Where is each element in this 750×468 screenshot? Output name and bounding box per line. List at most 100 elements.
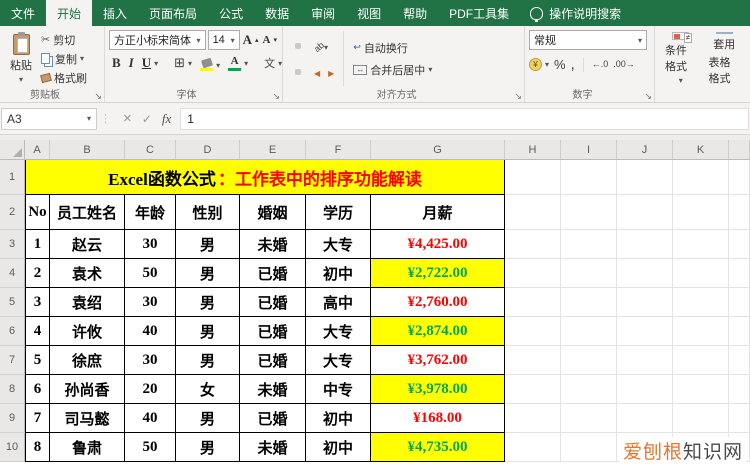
font-dialog-launcher[interactable]: ↘ [272, 91, 280, 102]
cell[interactable]: 8 [25, 433, 50, 462]
col-header-f[interactable]: F [306, 140, 371, 159]
header-cell[interactable]: 婚姻 [240, 195, 306, 230]
cell[interactable] [505, 230, 561, 259]
salary-cell[interactable]: ¥2,760.00 [371, 288, 505, 317]
cell[interactable]: 已婚 [240, 288, 306, 317]
salary-cell[interactable]: ¥3,762.00 [371, 346, 505, 375]
cell[interactable]: 3 [25, 288, 50, 317]
header-cell[interactable]: 月薪 [371, 195, 505, 230]
tab-file[interactable]: 文件 [0, 0, 46, 26]
orientation-button[interactable]: ab▾ [311, 36, 331, 56]
format-as-table-button[interactable]: 套用 表格格式 [703, 30, 747, 87]
tab-home[interactable]: 开始 [46, 0, 93, 26]
cell[interactable] [729, 195, 750, 230]
accounting-format-button[interactable]: ¥ ▾ [529, 58, 549, 71]
header-cell[interactable]: 性别 [176, 195, 240, 230]
tab-view[interactable]: 视图 [346, 0, 392, 26]
comma-style-button[interactable]: , [571, 56, 575, 73]
cell[interactable] [505, 404, 561, 433]
cell[interactable] [729, 404, 750, 433]
underline-button[interactable]: U ▾ [139, 54, 161, 72]
increase-font-size-button[interactable]: A ▴ [242, 32, 260, 48]
decrease-font-size-button[interactable]: A ▾ [262, 34, 278, 46]
cell[interactable] [673, 346, 729, 375]
phonetic-guide-button[interactable]: 文 ▾ [261, 54, 285, 72]
cell[interactable] [617, 195, 673, 230]
cell[interactable] [561, 195, 617, 230]
tab-insert[interactable]: 插入 [92, 0, 138, 26]
cell[interactable] [505, 346, 561, 375]
cell[interactable] [617, 230, 673, 259]
cell[interactable] [729, 259, 750, 288]
cell[interactable]: 5 [25, 346, 50, 375]
row-header-4[interactable]: 4 [0, 259, 25, 288]
col-header-partial[interactable] [729, 140, 750, 159]
align-left-button[interactable] [287, 69, 293, 75]
increase-decimal-button[interactable]: ←.0 [592, 60, 609, 69]
col-header-j[interactable]: J [617, 140, 673, 159]
title-cell[interactable]: Excel函数公式 ：工作表中的排序功能解读 [25, 160, 505, 195]
cell[interactable]: 袁术 [50, 259, 125, 288]
cell[interactable]: 4 [25, 317, 50, 346]
cell[interactable]: 已婚 [240, 404, 306, 433]
cell[interactable]: 男 [176, 433, 240, 462]
header-cell[interactable]: 年龄 [125, 195, 176, 230]
cell[interactable] [617, 346, 673, 375]
cell[interactable] [561, 404, 617, 433]
cell[interactable]: 未婚 [240, 230, 306, 259]
col-header-g[interactable]: G [371, 140, 505, 159]
salary-cell[interactable]: ¥3,978.00 [371, 375, 505, 404]
row-header-7[interactable]: 7 [0, 346, 25, 375]
row-header-5[interactable]: 5 [0, 288, 25, 317]
col-header-b[interactable]: B [50, 140, 125, 159]
decrease-decimal-button[interactable]: .00→ [613, 60, 635, 69]
cell[interactable] [561, 317, 617, 346]
header-cell[interactable]: 员工姓名 [50, 195, 125, 230]
tab-data[interactable]: 数据 [254, 0, 300, 26]
align-middle-button[interactable] [295, 42, 301, 49]
cell[interactable]: 2 [25, 259, 50, 288]
salary-cell[interactable]: ¥4,735.00 [371, 433, 505, 462]
tab-formulas[interactable]: 公式 [208, 0, 254, 26]
header-cell[interactable]: No [25, 195, 50, 230]
cell[interactable]: 30 [125, 288, 176, 317]
font-name-select[interactable]: 方正小标宋简体 ▾ [109, 30, 206, 50]
cell[interactable] [561, 160, 617, 195]
cell[interactable] [561, 433, 617, 462]
cell[interactable] [729, 230, 750, 259]
tab-page-layout[interactable]: 页面布局 [138, 0, 208, 26]
paste-button[interactable]: 粘贴 ▾ [4, 30, 38, 87]
cell[interactable] [505, 317, 561, 346]
align-top-button[interactable] [287, 43, 293, 49]
cell[interactable] [505, 288, 561, 317]
cell[interactable] [673, 404, 729, 433]
cell[interactable]: 未婚 [240, 375, 306, 404]
alignment-dialog-launcher[interactable]: ↘ [514, 91, 522, 102]
copy-button[interactable]: 复制 ▾ [38, 50, 90, 68]
number-dialog-launcher[interactable]: ↘ [644, 91, 652, 102]
bold-button[interactable]: B [109, 54, 124, 72]
clipboard-dialog-launcher[interactable]: ↘ [94, 91, 102, 102]
cell[interactable]: 高中 [306, 288, 371, 317]
wrap-text-button[interactable]: ↩ 自动换行 [350, 39, 435, 57]
cell[interactable]: 男 [176, 346, 240, 375]
cell[interactable]: 50 [125, 259, 176, 288]
cell[interactable]: 鲁肃 [50, 433, 125, 462]
row-header-9[interactable]: 9 [0, 404, 25, 433]
select-all-corner[interactable] [0, 140, 25, 159]
cell[interactable]: 40 [125, 404, 176, 433]
cell[interactable]: 孙尚香 [50, 375, 125, 404]
cancel-button[interactable]: × [123, 110, 132, 127]
cell[interactable]: 袁绍 [50, 288, 125, 317]
name-box[interactable]: A3 ▾ [1, 107, 97, 130]
italic-button[interactable]: I [126, 54, 137, 72]
row-header-6[interactable]: 6 [0, 317, 25, 346]
col-header-h[interactable]: H [505, 140, 561, 159]
cell[interactable] [673, 375, 729, 404]
cell[interactable]: 未婚 [240, 433, 306, 462]
col-header-i[interactable]: I [561, 140, 617, 159]
cell[interactable]: 1 [25, 230, 50, 259]
cell[interactable] [617, 404, 673, 433]
tab-help[interactable]: 帮助 [392, 0, 438, 26]
cell[interactable] [729, 346, 750, 375]
